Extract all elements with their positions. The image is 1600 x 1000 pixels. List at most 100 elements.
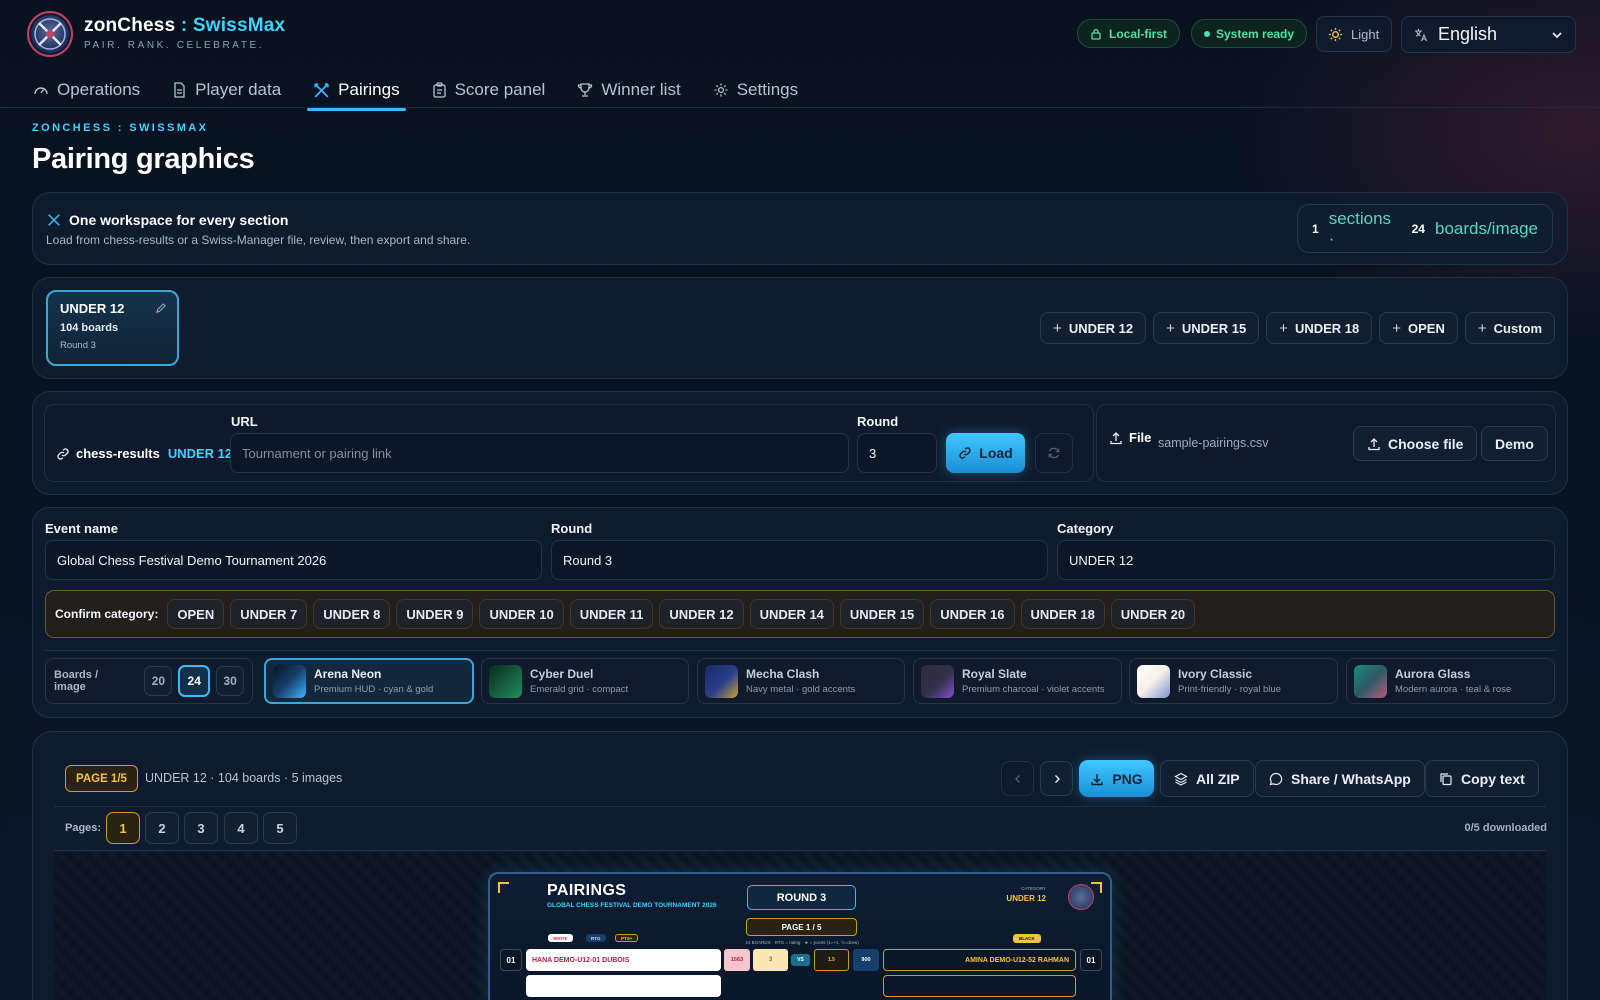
event-name-input[interactable]: Global Chess Festival Demo Tournament 20… xyxy=(45,540,542,580)
demo-button[interactable]: Demo xyxy=(1481,426,1548,461)
refresh-icon xyxy=(1048,447,1060,459)
share-whatsapp-button[interactable]: Share / WhatsApp xyxy=(1255,760,1425,797)
lock-icon xyxy=(1091,28,1101,40)
tab-operations[interactable]: Operations xyxy=(33,74,140,106)
gauge-icon xyxy=(34,87,48,95)
boards-option-20[interactable]: 20 xyxy=(144,666,173,696)
category-option-under7[interactable]: UNDER 7 xyxy=(230,599,308,629)
load-button[interactable]: Load xyxy=(946,433,1025,473)
page-4-button[interactable]: 4 xyxy=(224,812,258,844)
theme-ivory-classic[interactable]: Ivory Classic Print-friendly · royal blue xyxy=(1129,658,1338,704)
category-option-under11[interactable]: UNDER 11 xyxy=(569,599,654,629)
next-row-white xyxy=(526,975,721,997)
language-select[interactable]: English xyxy=(1401,16,1576,53)
crossed-swords-icon xyxy=(314,82,329,97)
plus-icon: + xyxy=(1279,319,1288,337)
add-custom-button[interactable]: + Custom xyxy=(1464,312,1555,344)
tab-winner-list[interactable]: Winner list xyxy=(577,74,681,106)
theme-royal-slate[interactable]: Royal Slate Premium charcoal · violet acc… xyxy=(913,658,1122,704)
all-zip-button[interactable]: All ZIP xyxy=(1160,760,1254,797)
category-option-under20[interactable]: UNDER 20 xyxy=(1110,599,1196,629)
black-rating: 900 xyxy=(853,949,879,971)
link-icon xyxy=(959,447,971,459)
pair-score: 1.5 xyxy=(814,949,849,971)
white-points: 3 xyxy=(753,949,788,971)
theme-arena-neon[interactable]: Arena Neon Premium HUD · cyan & gold xyxy=(264,658,474,704)
cyber-duel-swatch xyxy=(489,664,522,698)
next-page-button[interactable] xyxy=(1040,761,1073,796)
white-rating: 1563 xyxy=(724,949,750,971)
workspace-heading: One workspace for every section xyxy=(47,212,288,228)
page-3-button[interactable]: 3 xyxy=(184,812,218,844)
chevron-right-icon xyxy=(1054,774,1060,783)
preview-event: GLOBAL CHESS FESTIVAL DEMO TOURNAMENT 20… xyxy=(547,902,717,909)
tab-player-data[interactable]: Player data xyxy=(172,74,281,106)
theme-aurora-glass[interactable]: Aurora Glass Modern aurora · teal & rose xyxy=(1346,658,1555,704)
event-round-input[interactable]: Round 3 xyxy=(551,540,1048,580)
category-option-under10[interactable]: UNDER 10 xyxy=(479,599,564,629)
category-option-under8[interactable]: UNDER 8 xyxy=(313,599,391,629)
trophy-icon xyxy=(578,83,593,97)
tagline: PAIR. RANK. CELEBRATE. xyxy=(84,40,265,51)
copy-text-button[interactable]: Copy text xyxy=(1425,760,1539,797)
pts-header-chip: PTS+ xyxy=(615,934,639,942)
preview-category-label: CATEGORY xyxy=(1021,886,1046,891)
tab-score-panel[interactable]: Score panel xyxy=(432,74,545,106)
png-download-button[interactable]: PNG xyxy=(1079,760,1154,797)
choose-file-button[interactable]: Choose file xyxy=(1353,426,1478,461)
confirm-category-bar: Confirm category: OPEN UNDER 7 UNDER 8 U… xyxy=(45,590,1555,638)
tab-pairings[interactable]: Pairings xyxy=(307,74,407,111)
tab-settings[interactable]: Settings xyxy=(713,74,798,106)
category-option-under18[interactable]: UNDER 18 xyxy=(1020,599,1105,629)
brand-name: zonChess : SwissMax xyxy=(84,15,286,36)
sun-icon xyxy=(1328,27,1343,41)
theme-mecha-clash[interactable]: Mecha Clash Navy metal · gold accents xyxy=(697,658,905,704)
add-under18-button[interactable]: + UNDER 18 xyxy=(1266,312,1373,344)
page-1-button[interactable]: 1 xyxy=(106,812,140,844)
chat-bubble-icon xyxy=(1269,772,1283,785)
event-name-label: Event name xyxy=(45,521,118,536)
download-progress: 0/5 downloaded xyxy=(1464,822,1547,834)
category-label: Category xyxy=(1057,521,1114,536)
theme-cyber-duel[interactable]: Cyber Duel Emerald grid · compact xyxy=(481,658,689,704)
page-5-button[interactable]: 5 xyxy=(263,812,297,844)
prev-page-button[interactable] xyxy=(1001,761,1034,796)
royal-slate-swatch xyxy=(921,664,954,698)
theme-toggle-button[interactable]: Light xyxy=(1316,16,1392,52)
category-option-under15[interactable]: UNDER 15 xyxy=(839,599,925,629)
category-option-under14[interactable]: UNDER 14 xyxy=(749,599,834,629)
plus-icon: + xyxy=(1166,319,1175,337)
boards-option-30[interactable]: 30 xyxy=(216,666,244,696)
section-card-under12[interactable]: UNDER 12 104 boards Round 3 xyxy=(46,290,179,366)
add-under12-button[interactable]: + UNDER 12 xyxy=(1040,312,1147,344)
black-header-chip: BLACK xyxy=(1013,934,1041,943)
pages-label: Pages: xyxy=(65,822,102,834)
category-option-under16[interactable]: UNDER 16 xyxy=(930,599,1015,629)
app-logo xyxy=(27,11,73,57)
gear-icon xyxy=(714,83,728,97)
category-option-under12[interactable]: UNDER 12 xyxy=(659,599,744,629)
chevron-down-icon xyxy=(1552,31,1562,38)
round-input[interactable]: 3 xyxy=(857,433,937,473)
page-2-button[interactable]: 2 xyxy=(145,812,179,844)
pairing-row: 01 HANA DEMO-U12-01 DUBOIS 1563 3 VS 1.5… xyxy=(500,949,1102,971)
black-player: AMINA DEMO-U12-52 RAHMAN xyxy=(883,949,1076,971)
refresh-button[interactable] xyxy=(1035,433,1073,473)
document-icon xyxy=(174,82,185,98)
url-input[interactable]: Tournament or pairing link xyxy=(230,433,849,473)
edit-pencil-icon[interactable] xyxy=(155,303,166,314)
add-under15-button[interactable]: + UNDER 15 xyxy=(1153,312,1260,344)
export-summary: UNDER 12 · 104 boards · 5 images xyxy=(145,771,343,785)
ivory-classic-swatch xyxy=(1137,664,1170,698)
add-open-button[interactable]: + OPEN xyxy=(1379,312,1458,344)
header-divider xyxy=(0,107,1600,108)
category-option-open[interactable]: OPEN xyxy=(167,599,225,629)
translate-icon xyxy=(1415,28,1428,41)
category-input[interactable]: UNDER 12 xyxy=(1057,540,1555,580)
main-tabs: Operations Player data Pairings Score pa… xyxy=(33,74,798,111)
board-number: 01 xyxy=(500,949,522,971)
category-option-under9[interactable]: UNDER 9 xyxy=(396,599,474,629)
file-name: sample-pairings.csv xyxy=(1158,436,1269,450)
next-row-black xyxy=(883,975,1076,997)
boards-option-24[interactable]: 24 xyxy=(178,665,211,697)
